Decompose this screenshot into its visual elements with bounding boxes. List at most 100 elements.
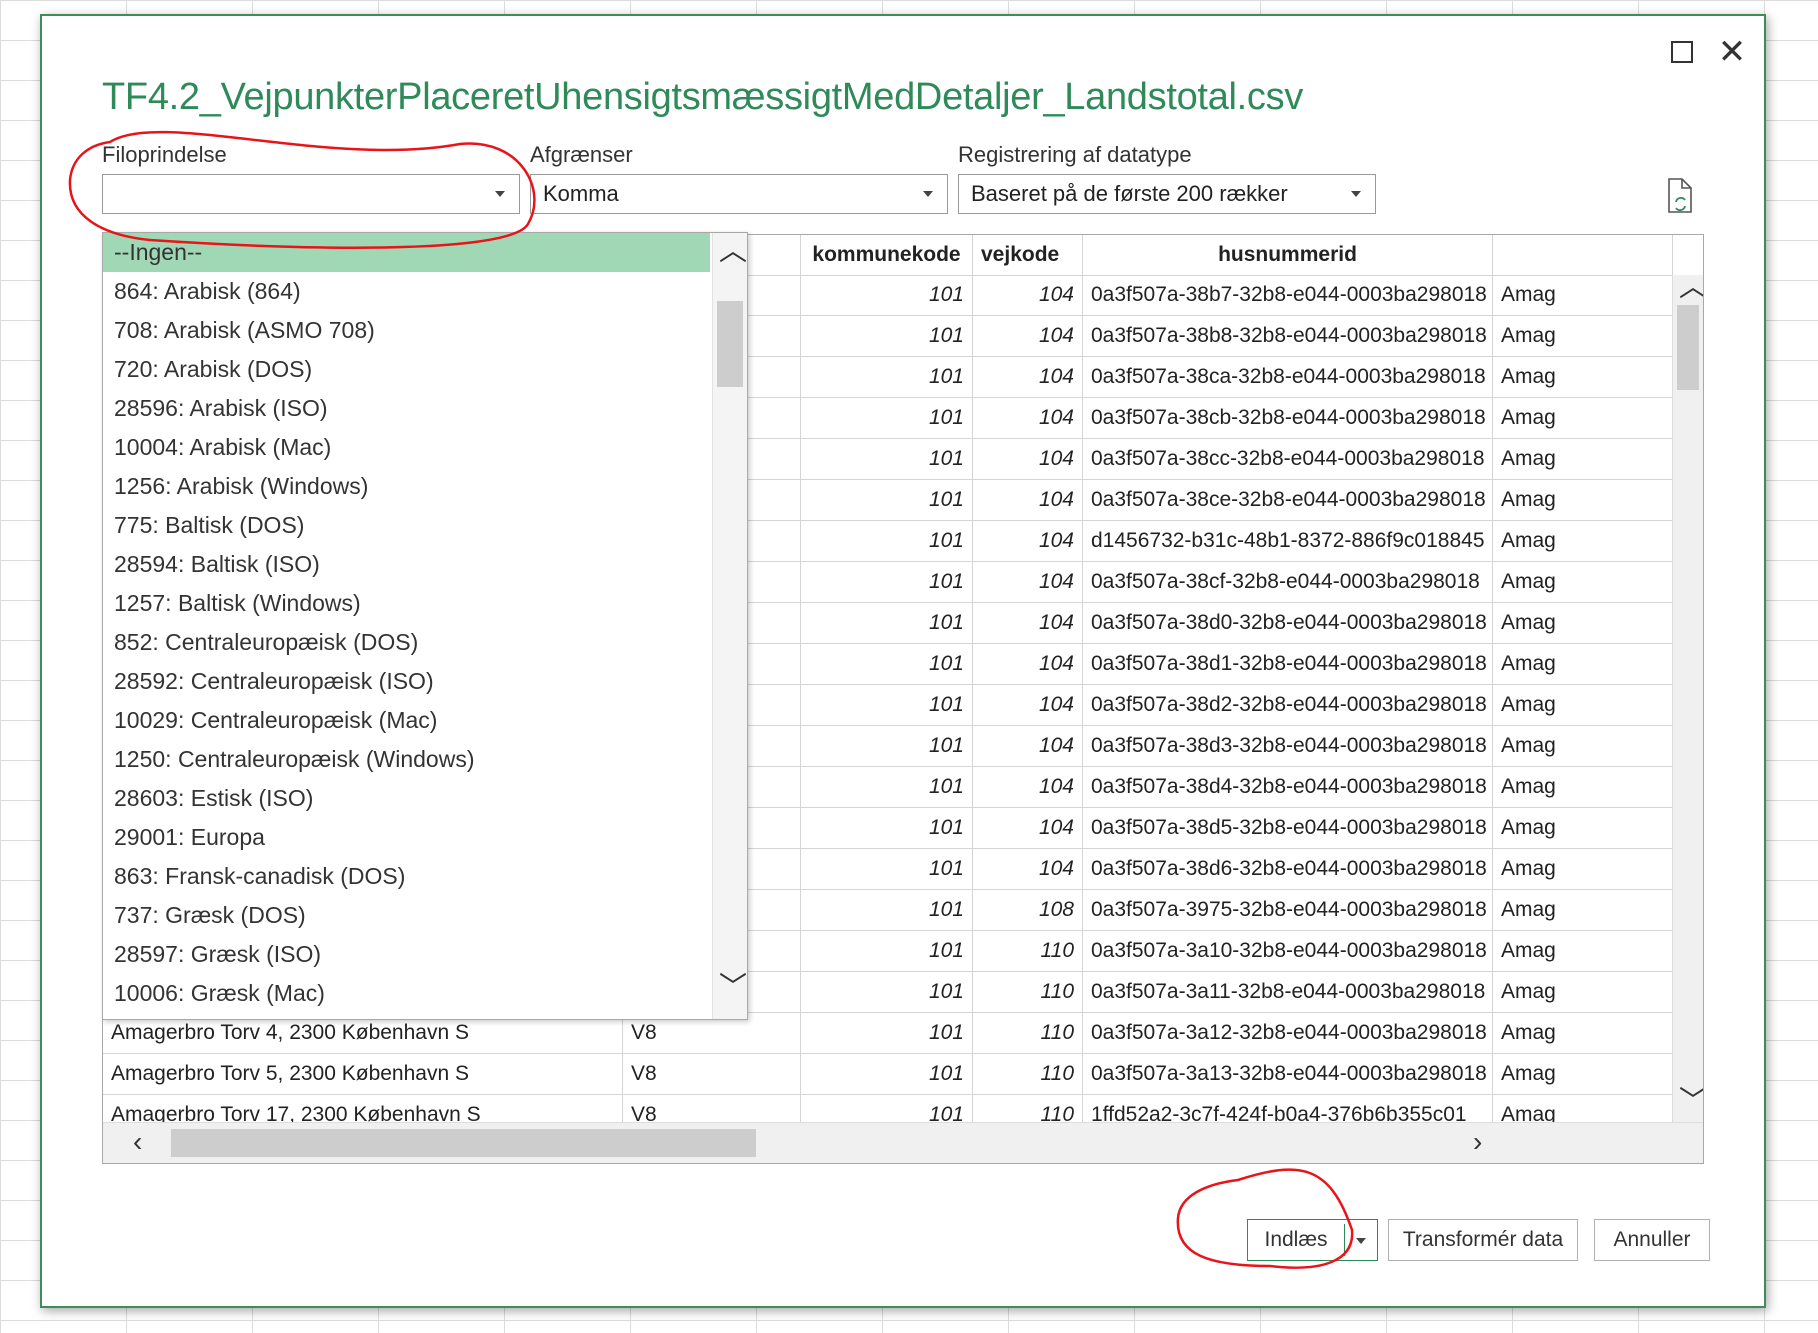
chevron-down-icon bbox=[1351, 191, 1361, 197]
table-cell: 104 bbox=[973, 603, 1083, 643]
table-cell: 0a3f507a-3a11-32b8-e044-0003ba298018 bbox=[1083, 972, 1493, 1012]
dropdown-option[interactable]: 1256: Arabisk (Windows) bbox=[103, 467, 710, 506]
scroll-thumb[interactable] bbox=[171, 1129, 756, 1157]
table-cell: Amag bbox=[1493, 726, 1673, 766]
close-button[interactable]: ✕ bbox=[1710, 30, 1754, 74]
maximize-icon bbox=[1671, 41, 1693, 63]
table-cell: 101 bbox=[801, 685, 973, 725]
table-cell: 104 bbox=[973, 644, 1083, 684]
table-cell: 101 bbox=[801, 1013, 973, 1053]
table-cell: 110 bbox=[973, 931, 1083, 971]
chevron-down-icon[interactable] bbox=[1356, 1238, 1366, 1244]
scroll-down-icon[interactable]: ﹀ bbox=[719, 973, 747, 1001]
dropdown-option[interactable]: 864: Arabisk (864) bbox=[103, 272, 710, 311]
table-cell: 104 bbox=[973, 767, 1083, 807]
table-cell: 108 bbox=[973, 890, 1083, 930]
dropdown-option[interactable]: 863: Fransk-canadisk (DOS) bbox=[103, 857, 710, 896]
scroll-up-icon[interactable]: ︿ bbox=[1679, 273, 1703, 301]
table-cell: Amag bbox=[1493, 275, 1673, 315]
scroll-down-icon[interactable]: ﹀ bbox=[1679, 1087, 1703, 1115]
transform-data-button[interactable]: Transformér data bbox=[1388, 1219, 1578, 1261]
table-cell: 0a3f507a-38d6-32b8-e044-0003ba298018 bbox=[1083, 849, 1493, 889]
dropdown-option[interactable]: 775: Baltisk (DOS) bbox=[103, 506, 710, 545]
scroll-up-icon[interactable]: ︿ bbox=[719, 237, 747, 265]
dropdown-option[interactable]: 28592: Centraleuropæisk (ISO) bbox=[103, 662, 710, 701]
horizontal-scrollbar[interactable]: ‹ › bbox=[103, 1122, 1703, 1163]
split-divider bbox=[1344, 1224, 1345, 1256]
dialog-title: TF4.2_VejpunkterPlaceretUhensigtsmæssigt… bbox=[102, 76, 1304, 118]
table-cell: 101 bbox=[801, 521, 973, 561]
table-cell: Amag bbox=[1493, 849, 1673, 889]
dropdown-option[interactable]: 28597: Græsk (ISO) bbox=[103, 935, 710, 974]
vertical-scrollbar[interactable]: ︿ ﹀ bbox=[1672, 273, 1703, 1123]
dropdown-option[interactable]: 852: Centraleuropæisk (DOS) bbox=[103, 623, 710, 662]
column-header: kommunekode bbox=[801, 235, 973, 275]
table-cell: 0a3f507a-3a10-32b8-e044-0003ba298018 bbox=[1083, 931, 1493, 971]
table-cell: 101 bbox=[801, 316, 973, 356]
table-cell: 101 bbox=[801, 931, 973, 971]
table-cell: 104 bbox=[973, 398, 1083, 438]
dropdown-option[interactable]: 1250: Centraleuropæisk (Windows) bbox=[103, 740, 710, 779]
dropdown-option[interactable]: 10006: Græsk (Mac) bbox=[103, 974, 710, 1013]
table-cell: 101 bbox=[801, 562, 973, 602]
dropdown-option[interactable]: 28596: Arabisk (ISO) bbox=[103, 389, 710, 428]
scroll-thumb[interactable] bbox=[717, 301, 743, 387]
dropdown-option[interactable]: 720: Arabisk (DOS) bbox=[103, 350, 710, 389]
scroll-thumb[interactable] bbox=[1677, 305, 1699, 390]
table-cell: 0a3f507a-3975-32b8-e044-0003ba298018 bbox=[1083, 890, 1493, 930]
table-cell: 110 bbox=[973, 1013, 1083, 1053]
table-cell: 0a3f507a-38d2-32b8-e044-0003ba298018 bbox=[1083, 685, 1493, 725]
dropdown-option[interactable]: 708: Arabisk (ASMO 708) bbox=[103, 311, 710, 350]
load-button[interactable]: Indlæs bbox=[1248, 1220, 1344, 1260]
table-cell: 104 bbox=[973, 808, 1083, 848]
table-cell: Amag bbox=[1493, 562, 1673, 602]
dropdown-option[interactable]: --Ingen-- bbox=[103, 233, 710, 272]
datatype-detection-select[interactable]: Baseret på de første 200 rækker bbox=[958, 174, 1376, 214]
dropdown-option[interactable]: 28594: Baltisk (ISO) bbox=[103, 545, 710, 584]
table-cell: Amag bbox=[1493, 521, 1673, 561]
table-cell: 0a3f507a-38d1-32b8-e044-0003ba298018 bbox=[1083, 644, 1493, 684]
refresh-document-icon[interactable] bbox=[1667, 178, 1693, 214]
file-origin-select[interactable] bbox=[102, 174, 520, 214]
table-cell: 0a3f507a-3a12-32b8-e044-0003ba298018 bbox=[1083, 1013, 1493, 1053]
table-cell: 0a3f507a-38ce-32b8-e044-0003ba298018 bbox=[1083, 480, 1493, 520]
table-cell: 0a3f507a-38d0-32b8-e044-0003ba298018 bbox=[1083, 603, 1493, 643]
scroll-left-icon[interactable]: ‹ bbox=[133, 1128, 142, 1156]
table-cell: 110 bbox=[973, 972, 1083, 1012]
table-cell: 104 bbox=[973, 521, 1083, 561]
table-cell: 101 bbox=[801, 480, 973, 520]
cancel-button[interactable]: Annuller bbox=[1594, 1219, 1710, 1261]
dropdown-option[interactable]: 10029: Centraleuropæisk (Mac) bbox=[103, 701, 710, 740]
scroll-right-icon[interactable]: › bbox=[1473, 1128, 1482, 1156]
table-cell: Amag bbox=[1493, 603, 1673, 643]
table-cell: 101 bbox=[801, 275, 973, 315]
table-cell: 101 bbox=[801, 890, 973, 930]
dropdown-option[interactable]: 10004: Arabisk (Mac) bbox=[103, 428, 710, 467]
table-cell: 0a3f507a-38ca-32b8-e044-0003ba298018 bbox=[1083, 357, 1493, 397]
table-row: Amagerbro Torv 5, 2300 København S V8 101 1… bbox=[103, 1054, 1703, 1095]
datatype-detection-label: Registrering af datatype bbox=[958, 142, 1192, 167]
dropdown-scrollbar[interactable]: ︿ ﹀ bbox=[712, 233, 747, 1019]
delimiter-select[interactable]: Komma bbox=[530, 174, 948, 214]
table-cell: 104 bbox=[973, 439, 1083, 479]
table-cell: 101 bbox=[801, 767, 973, 807]
column-header: husnummerid bbox=[1083, 235, 1493, 275]
table-cell: 104 bbox=[973, 480, 1083, 520]
table-cell: 101 bbox=[801, 644, 973, 684]
dropdown-option[interactable]: 737: Græsk (DOS) bbox=[103, 896, 710, 935]
table-cell: 0a3f507a-38b8-32b8-e044-0003ba298018 bbox=[1083, 316, 1493, 356]
table-cell: 101 bbox=[801, 357, 973, 397]
table-cell: 101 bbox=[801, 398, 973, 438]
maximize-button[interactable] bbox=[1660, 30, 1704, 74]
dropdown-option[interactable]: 29001: Europa bbox=[103, 818, 710, 857]
close-icon: ✕ bbox=[1717, 33, 1747, 71]
dropdown-option[interactable]: 28603: Estisk (ISO) bbox=[103, 779, 710, 818]
dropdown-option[interactable]: 1257: Baltisk (Windows) bbox=[103, 584, 710, 623]
table-cell: Amag bbox=[1493, 439, 1673, 479]
table-cell: 104 bbox=[973, 726, 1083, 766]
table-cell: V8 bbox=[623, 1054, 801, 1094]
table-cell: 0a3f507a-3a13-32b8-e044-0003ba298018 bbox=[1083, 1054, 1493, 1094]
file-origin-label: Filoprindelse bbox=[102, 142, 227, 167]
table-cell: Amag bbox=[1493, 972, 1673, 1012]
load-split-button[interactable]: Indlæs bbox=[1247, 1219, 1378, 1261]
